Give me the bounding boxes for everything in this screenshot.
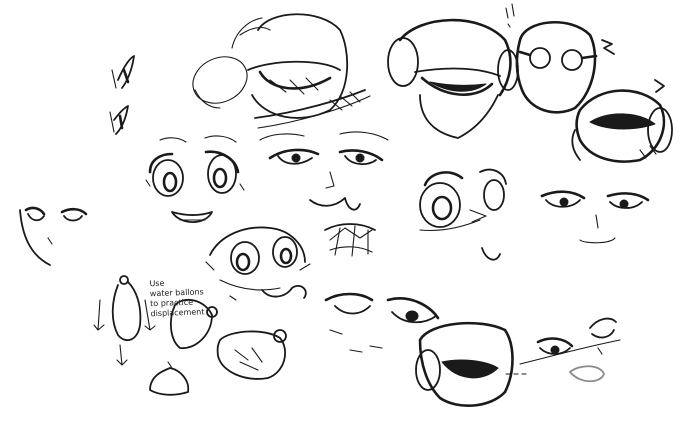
helmet-goggles-head-3 [415,321,527,408]
helmet-head-sketch-top [192,13,371,129]
helmet-goggles-head-1 [387,18,519,139]
cartoon-face-big-eyes [145,135,245,224]
narrow-eyes-face [540,190,650,244]
sharp-eyes-face [259,131,389,211]
eye-profile-sketches [109,55,135,135]
squint-eyes-face [519,317,621,383]
sketch-canvas [19,3,673,408]
cartoon-character-front [205,226,311,301]
balloon-practice-note: Use water ballons to practice displaceme… [149,277,220,319]
web-pattern-sketch [324,223,376,257]
round-eye-face [419,168,507,261]
small-profile-face [19,206,88,266]
